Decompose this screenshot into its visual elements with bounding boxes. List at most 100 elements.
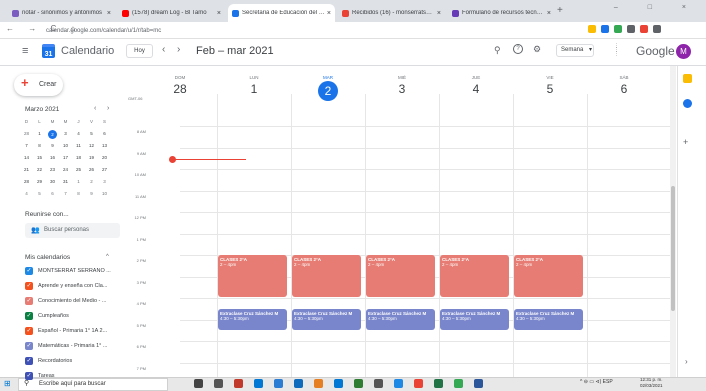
checkbox-icon[interactable]: ✓ [25, 296, 33, 305]
calendar-list-item[interactable]: ✓ Aprende y enseña con Cla... [25, 280, 125, 291]
mini-calendar-day[interactable]: 7 [59, 188, 72, 200]
grid-scrollbar-thumb[interactable] [671, 186, 675, 311]
taskbar-app-icon[interactable] [294, 379, 303, 388]
mini-calendar-day[interactable]: 27 [98, 164, 111, 176]
account-avatar[interactable]: M [676, 44, 691, 59]
day-number[interactable]: 3 [365, 82, 439, 96]
calendar-event[interactable]: Extraclase Cruz Sánchez M 4:30 – 5:30pm [218, 309, 287, 330]
calendar-list-item[interactable]: ✓ Matemáticas - Primaria 1° ... [25, 340, 125, 351]
mini-calendar-day[interactable]: 9 [85, 188, 98, 200]
extension-icon[interactable] [640, 25, 648, 33]
view-selector[interactable]: Semana ▾ [556, 44, 594, 57]
mini-calendar-day[interactable]: 23 [46, 164, 59, 176]
calendar-list-item[interactable]: ✓ Conocimiento del Medio - ... [25, 295, 125, 306]
extension-icon[interactable] [614, 25, 622, 33]
calendar-event[interactable]: CLASES 2°A 2 – 4pm [292, 255, 361, 297]
mini-calendar-day[interactable]: 21 [20, 164, 33, 176]
mini-calendar-day[interactable]: 3 [59, 128, 72, 140]
mini-calendar-day[interactable]: 31 [59, 176, 72, 188]
mini-calendar-day[interactable]: 24 [59, 164, 72, 176]
extension-icon[interactable] [627, 25, 635, 33]
google-apps-icon[interactable]: ⋮⋮⋮ [614, 44, 623, 57]
extension-icon[interactable] [588, 25, 596, 33]
mini-calendar-day[interactable]: 26 [85, 164, 98, 176]
mini-calendar-day[interactable]: 6 [46, 188, 59, 200]
mini-calendar-day[interactable]: 4 [72, 128, 85, 140]
mini-calendar-day[interactable]: 17 [59, 152, 72, 164]
taskbar-app-icon[interactable] [474, 379, 483, 388]
taskbar-app-icon[interactable] [394, 379, 403, 388]
mini-calendar-day[interactable]: 5 [85, 128, 98, 140]
taskbar-app-icon[interactable] [274, 379, 283, 388]
taskbar-app-icon[interactable] [234, 379, 243, 388]
start-icon[interactable]: ⊞ [4, 379, 11, 388]
browser-tab[interactable]: notar - sinónimos y antónimos × [8, 4, 115, 22]
mini-calendar-day[interactable]: 9 [46, 140, 59, 152]
taskbar-app-icon[interactable] [214, 379, 223, 388]
close-icon[interactable]: × [215, 10, 221, 17]
week-grid[interactable]: GMT-06 DOM 28 LUN 1 MAR 2 MIÉ 3 JUE 4 VIE 5 SÁB 6 8 AM… [126, 66, 670, 377]
mini-calendar-day[interactable]: 22 [33, 164, 46, 176]
day-number[interactable]: 28 [143, 82, 217, 96]
taskbar-app-icon[interactable] [194, 379, 203, 388]
mini-calendar-day[interactable]: 16 [46, 152, 59, 164]
mini-calendar-selected-day[interactable]: 2 [48, 129, 57, 139]
taskbar-clock[interactable]: 12:31 p. m. 02/03/2021 [640, 377, 663, 389]
mini-calendar-day[interactable]: 4 [20, 188, 33, 200]
search-icon[interactable]: ⚲ [494, 45, 501, 56]
calendar-event[interactable]: CLASES 2°A 2 – 4pm [218, 255, 287, 297]
today-button[interactable]: Hoy [126, 44, 153, 58]
mini-calendar-day[interactable]: 28 [20, 128, 33, 140]
browser-tab[interactable]: Recibidos (16) - monserratsanc × [338, 4, 445, 22]
mini-calendar-day[interactable]: 1 [72, 176, 85, 188]
mini-calendar-day[interactable]: 30 [46, 176, 59, 188]
mini-calendar-day[interactable]: 15 [33, 152, 46, 164]
checkbox-icon[interactable]: ✓ [25, 326, 33, 335]
next-period-button[interactable]: › [177, 44, 180, 55]
calendar-list-item[interactable]: ✓ MONTSERRAT SERRANO ... [25, 265, 125, 276]
extension-icon[interactable] [653, 25, 661, 33]
browser-tab[interactable]: Secretaria de Educación del Esta × [228, 4, 335, 22]
mini-calendar-day[interactable]: 5 [33, 188, 46, 200]
taskbar-app-icon[interactable] [354, 379, 363, 388]
mini-calendar-day[interactable]: 13 [98, 140, 111, 152]
mini-calendar-day[interactable]: 25 [72, 164, 85, 176]
mini-calendar-day[interactable]: 12 [85, 140, 98, 152]
new-tab-button[interactable]: + [557, 5, 563, 16]
mini-calendar-day[interactable]: 14 [20, 152, 33, 164]
mini-calendar-day[interactable]: 10 [98, 188, 111, 200]
taskbar-app-icon[interactable] [374, 379, 383, 388]
calendar-event[interactable]: Extraclase Cruz Sánchez M 4:30 – 5:30pm [292, 309, 361, 330]
checkbox-icon[interactable]: ✓ [25, 371, 33, 380]
calendar-event[interactable]: CLASES 2°A 2 – 4pm [440, 255, 509, 297]
mini-calendar-day[interactable]: 7 [20, 140, 33, 152]
mini-calendar-day[interactable]: 2 [85, 176, 98, 188]
day-number[interactable]: 4 [439, 82, 513, 96]
close-icon[interactable]: × [325, 10, 331, 17]
tasks-icon[interactable] [683, 99, 692, 108]
browser-tab[interactable]: (1578) dream Log - Bl Tamo × [118, 4, 225, 22]
calendar-event[interactable]: Extraclase Cruz Sánchez M 4:30 – 5:30pm [440, 309, 509, 330]
settings-gear-icon[interactable]: ⚙ [533, 44, 541, 55]
day-header[interactable]: VIE 5 [513, 66, 587, 96]
checkbox-icon[interactable]: ✓ [25, 356, 33, 365]
taskbar-app-icon[interactable] [454, 379, 463, 388]
extension-icon[interactable] [601, 25, 609, 33]
calendar-event[interactable]: CLASES 2°A 2 – 4pm [514, 255, 583, 297]
calendar-list-item[interactable]: ✓ Cumpleaños [25, 310, 125, 321]
close-icon[interactable]: × [105, 10, 111, 17]
checkbox-icon[interactable]: ✓ [25, 341, 33, 350]
mini-calendar-day[interactable]: 6 [98, 128, 111, 140]
day-header[interactable]: MIÉ 3 [365, 66, 439, 96]
taskbar-app-icon[interactable] [414, 379, 423, 388]
keep-icon[interactable] [683, 74, 692, 83]
expand-panel-icon[interactable]: › [685, 357, 688, 366]
mini-calendar-day[interactable]: 3 [98, 176, 111, 188]
day-header[interactable]: DOM 28 [143, 66, 217, 96]
mini-calendar-day[interactable]: 10 [59, 140, 72, 152]
calendar-list-item[interactable]: ✓ Recordatorios [25, 355, 125, 366]
taskbar-app-icon[interactable] [334, 379, 343, 388]
close-icon[interactable]: × [435, 10, 441, 17]
taskbar-app-icon[interactable] [254, 379, 263, 388]
calendar-event[interactable]: Extraclase Cruz Sánchez M 4:30 – 5:30pm [366, 309, 435, 330]
